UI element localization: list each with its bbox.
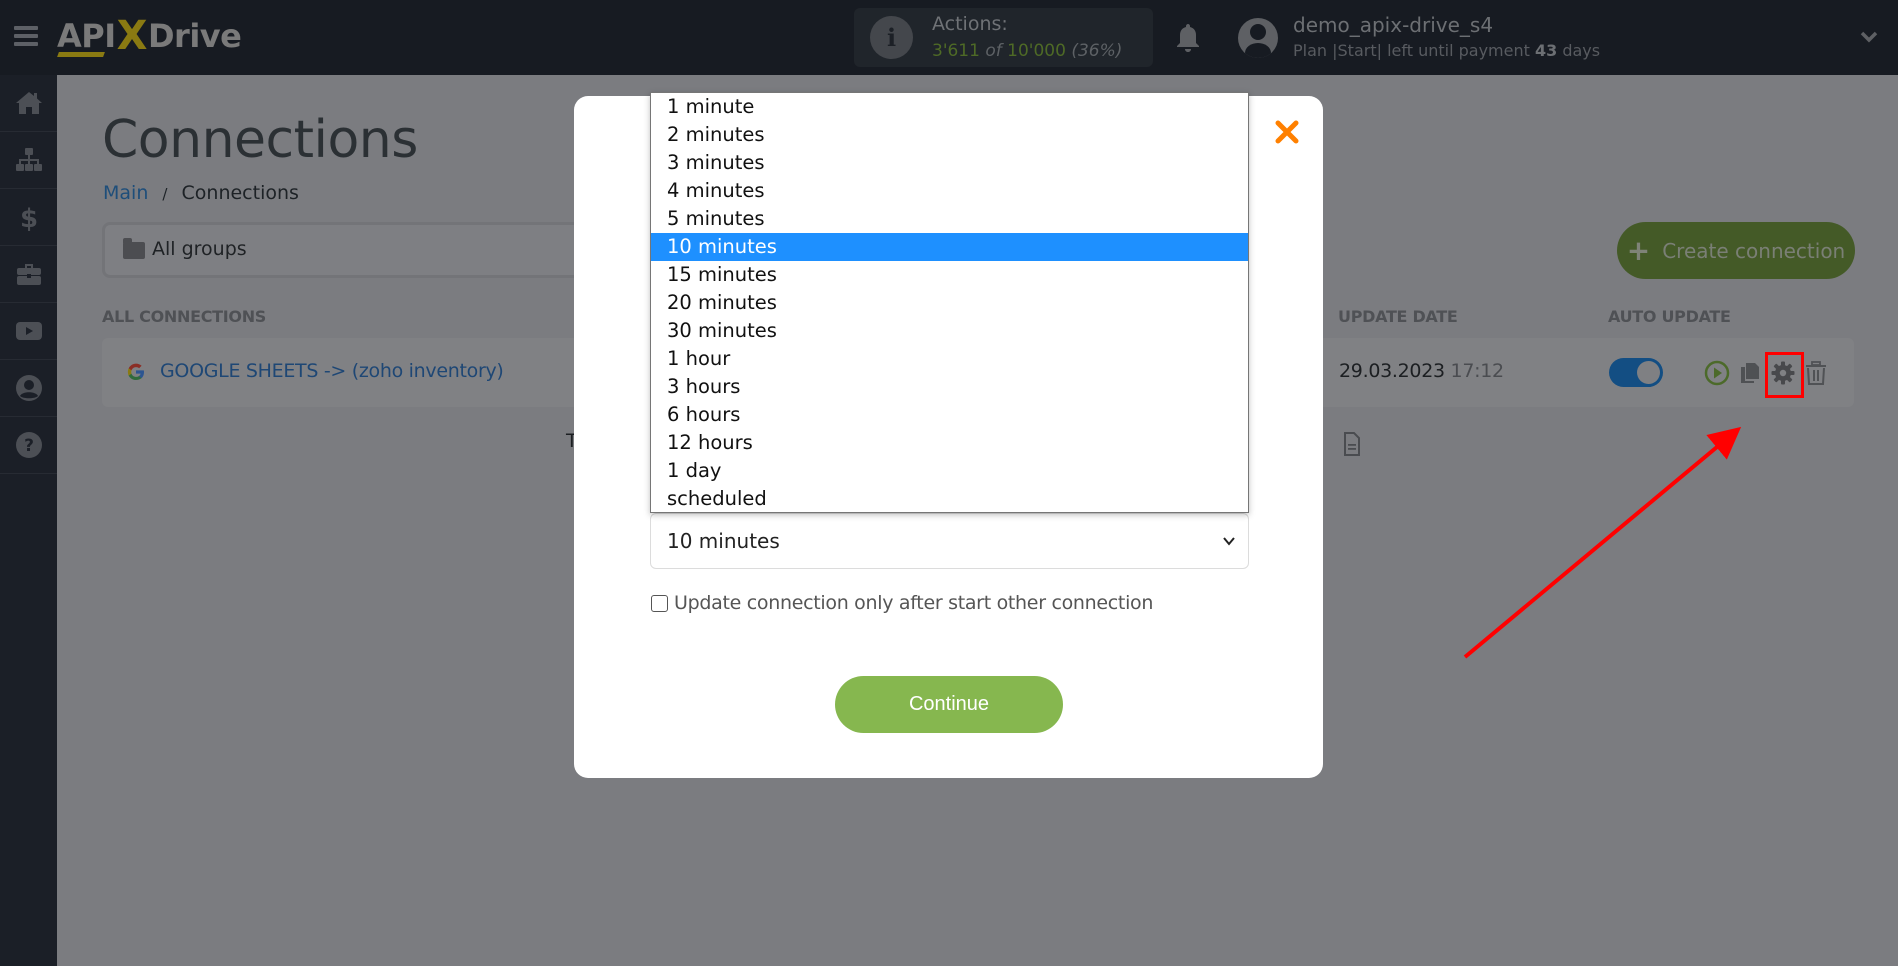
dropdown-option[interactable]: 30 minutes (651, 317, 1248, 345)
sidebar: $ ? (0, 75, 57, 966)
sidebar-item-home[interactable] (0, 75, 57, 132)
sidebar-item-connections[interactable] (0, 132, 57, 189)
column-header-auto-update[interactable]: AUTO UPDATE (1608, 307, 1731, 326)
actions-label: Actions: (932, 13, 1008, 35)
create-connection-label: Create connection (1662, 238, 1846, 263)
dropdown-option[interactable]: 2 minutes (651, 121, 1248, 149)
update-date: 29.03.2023 (1339, 360, 1445, 382)
document-icon[interactable] (1343, 432, 1361, 456)
svg-text:$: $ (19, 204, 37, 231)
dropdown-option[interactable]: 10 minutes (651, 233, 1248, 261)
actions-counter: i Actions: 3'611 of 10'000 (36%) (854, 8, 1153, 67)
connection-name-link[interactable]: GOOGLE SHEETS -> (zoho inventory) (160, 360, 504, 382)
youtube-icon (15, 322, 42, 340)
chevron-down-icon[interactable] (1860, 28, 1878, 46)
breadcrumb-current: Connections (181, 182, 299, 204)
only-after-other-connection-checkbox[interactable] (651, 594, 668, 612)
dropdown-option[interactable]: 15 minutes (651, 261, 1248, 289)
dropdown-option[interactable]: 1 minute (651, 93, 1248, 121)
logo-x: X (116, 13, 148, 59)
google-icon (127, 363, 144, 380)
actions-of: of (985, 41, 1002, 61)
breadcrumb-main-link[interactable]: Main (103, 182, 148, 204)
logo-api: API (57, 17, 116, 55)
actions-value: 3'611 of 10'000 (36%) (932, 41, 1122, 61)
sidebar-item-profile[interactable] (0, 360, 57, 417)
home-icon (15, 92, 42, 114)
dropdown-option[interactable]: 12 hours (651, 429, 1248, 457)
auto-update-toggle[interactable] (1609, 358, 1663, 387)
logo-underline (57, 52, 105, 57)
dropdown-option[interactable]: scheduled (651, 485, 1248, 513)
user-name[interactable]: demo_apix-drive_s4 (1293, 13, 1493, 37)
question-icon: ? (15, 432, 42, 458)
dropdown-option[interactable]: 3 minutes (651, 149, 1248, 177)
user-circle-icon (15, 375, 42, 401)
dropdown-option[interactable]: 4 minutes (651, 177, 1248, 205)
sidebar-item-business[interactable] (0, 246, 57, 303)
user-plan: Plan |Start| left until payment 43 days (1293, 41, 1600, 60)
plus-icon: + (1626, 234, 1651, 267)
dropdown-option[interactable]: 1 hour (651, 345, 1248, 373)
info-icon: i (870, 16, 913, 59)
trash-icon[interactable] (1803, 360, 1829, 386)
page-title: Connections (102, 110, 418, 170)
close-icon[interactable] (1274, 119, 1300, 145)
dropdown-option[interactable]: 3 hours (651, 373, 1248, 401)
actions-used: 3'611 (932, 41, 980, 61)
days-suffix: days (1562, 41, 1601, 60)
logo-drive: Drive (147, 17, 242, 55)
plan-text: Plan |Start| left until payment (1293, 41, 1530, 60)
dropdown-option[interactable]: 20 minutes (651, 289, 1248, 317)
dropdown-option[interactable]: 6 hours (651, 401, 1248, 429)
actions-percent: (36%) (1071, 41, 1123, 61)
dollar-icon: $ (19, 204, 37, 231)
only-after-other-connection-option: Update connection only after start other… (651, 592, 1153, 614)
bell-icon[interactable] (1175, 22, 1201, 54)
briefcase-icon (16, 264, 41, 285)
dropdown-option[interactable]: 5 minutes (651, 205, 1248, 233)
actions-total: 10'000 (1007, 41, 1066, 61)
sidebar-item-video[interactable] (0, 303, 57, 360)
svg-text:?: ? (24, 436, 34, 456)
dropdown-option[interactable]: 1 day (651, 457, 1248, 485)
sidebar-item-help[interactable]: ? (0, 417, 57, 474)
top-header: API X Drive i Actions: 3'611 of 10'000 (36… (0, 0, 1898, 75)
menu-icon[interactable] (14, 26, 38, 46)
update-interval-select[interactable]: 10 minutes (650, 513, 1249, 569)
folder-icon (123, 238, 145, 259)
days-left: 43 (1534, 41, 1558, 60)
copy-icon[interactable] (1737, 360, 1763, 386)
update-interval-value: 10 minutes (667, 529, 780, 553)
update-time: 17:12 (1450, 360, 1505, 382)
breadcrumb: Main / Connections (103, 182, 299, 204)
user-avatar-icon[interactable] (1238, 18, 1278, 58)
group-select-value: All groups (152, 238, 247, 260)
checkbox-label[interactable]: Update connection only after start other… (674, 592, 1153, 614)
update-interval-dropdown-list: 1 minute 2 minutes 3 minutes 4 minutes 5 min… (650, 92, 1249, 513)
annotation-highlight-box (1765, 352, 1804, 398)
breadcrumb-separator: / (162, 185, 168, 203)
column-header-update-date[interactable]: UPDATE DATE (1338, 307, 1458, 326)
column-header-all-connections: ALL CONNECTIONS (102, 307, 267, 326)
create-connection-button[interactable]: + Create connection (1617, 222, 1855, 279)
sitemap-icon (15, 148, 42, 171)
connection-update-date: 29.03.2023 17:12 (1339, 360, 1504, 382)
continue-button[interactable]: Continue (835, 676, 1063, 733)
chevron-down-icon (1223, 537, 1235, 546)
sidebar-item-billing[interactable]: $ (0, 189, 57, 246)
play-icon[interactable] (1704, 360, 1730, 386)
